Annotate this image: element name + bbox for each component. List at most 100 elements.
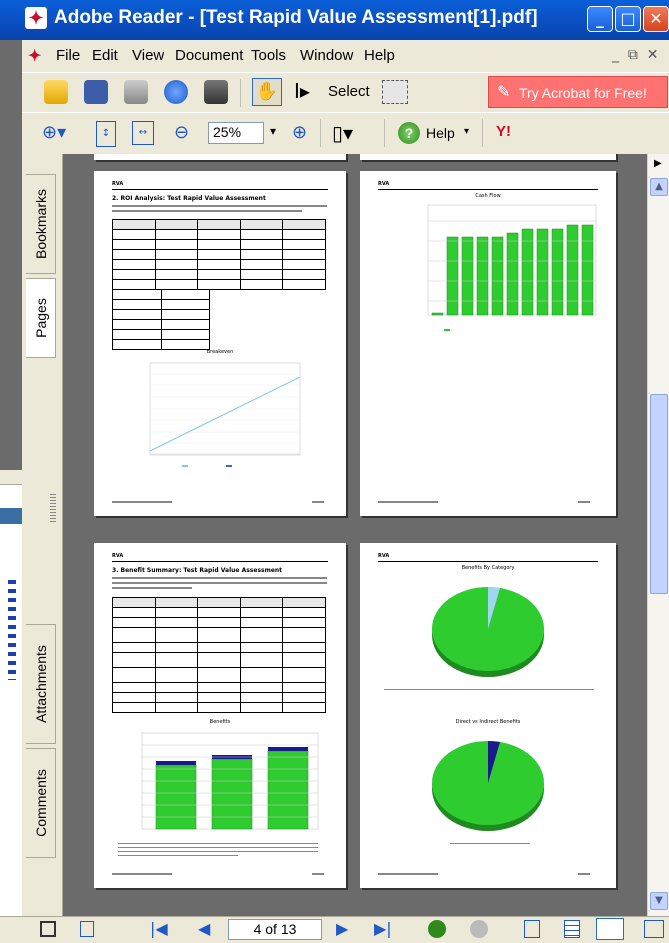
benefits-bar-cap: [268, 747, 308, 751]
benefits-bar-cap: [156, 761, 196, 765]
tab-comments-label: Comments: [32, 769, 49, 837]
select-tool-label[interactable]: Select: [328, 83, 370, 100]
tab-bookmarks[interactable]: Bookmarks: [26, 174, 56, 274]
paragraph-line: [112, 582, 327, 584]
benefits-chart-title: Benefits: [209, 719, 231, 725]
benefits-by-category-pie: [432, 587, 544, 677]
go-forward-icon[interactable]: [470, 920, 488, 938]
last-page-icon[interactable]: ▶|: [374, 919, 392, 938]
page-thumbnail-partial[interactable]: [360, 154, 616, 160]
single-page-view-icon[interactable]: [524, 920, 540, 938]
zoom-out-icon[interactable]: ⊖: [174, 122, 189, 143]
window-title: Adobe Reader - [Test Rapid Value Assessm…: [54, 7, 538, 28]
tab-pages[interactable]: Pages: [26, 278, 56, 358]
toolbar-separator: [240, 79, 242, 107]
vertical-scrollbar[interactable]: ▶ ▲ ▼: [647, 154, 669, 916]
background-window-header: [0, 508, 22, 524]
document-view[interactable]: RVA 2. ROI Analysis: Test Rapid Value As…: [63, 154, 647, 916]
help-dropdown-icon[interactable]: ▾: [464, 126, 469, 137]
breakeven-chart-title: Breakeven: [206, 349, 234, 355]
yahoo-toolbar-icon[interactable]: Y!: [496, 123, 511, 140]
legend-line: [384, 689, 594, 690]
page-cash-flow[interactable]: RVA Cash Flow: [360, 171, 616, 516]
file-toolbar: ✋ I▸ Select ✎ Try Acrobat for Free!: [22, 72, 669, 113]
navigation-panel: Bookmarks Pages Attachments Comments: [22, 154, 63, 916]
menu-file[interactable]: File: [56, 47, 80, 64]
cash-flow-bar: [551, 228, 564, 316]
close-button[interactable]: ✕: [643, 6, 669, 32]
toolbar-separator: [320, 119, 322, 147]
paragraph-line: [112, 205, 327, 207]
first-page-icon[interactable]: |◀: [150, 919, 168, 938]
help-menu-label[interactable]: Help: [426, 125, 455, 141]
panel-resize-grip[interactable]: [50, 494, 56, 524]
single-page-icon[interactable]: [80, 921, 94, 937]
previous-page-icon[interactable]: ◀: [198, 919, 210, 938]
benefit-table: [112, 597, 326, 713]
zoom-toolbar: ⊕▾ ↕ ↔ ⊖ 25% ▾ ⊕ ▯▾ ? Help ▾ Y!: [22, 112, 669, 156]
search-binoculars-icon[interactable]: [204, 80, 228, 104]
maximize-button[interactable]: □: [615, 6, 641, 32]
acrobat-icon: ✎: [497, 82, 511, 101]
panel-options-arrow-icon[interactable]: ▶: [654, 158, 662, 169]
hand-tool-icon[interactable]: ✋: [252, 78, 282, 106]
fit-width-icon[interactable]: ↔: [132, 121, 154, 145]
header-rule: [378, 561, 598, 562]
fit-page-icon[interactable]: ↕: [96, 121, 116, 147]
toolbar-separator: [482, 119, 484, 147]
try-acrobat-button[interactable]: ✎ Try Acrobat for Free!: [488, 76, 668, 108]
zoom-in-icon[interactable]: ⊕: [292, 122, 307, 143]
page-benefit-summary[interactable]: RVA 3. Benefit Summary: Test Rapid Value…: [94, 543, 346, 888]
zoom-in-tool-icon[interactable]: ⊕▾: [42, 122, 66, 143]
select-text-icon[interactable]: I▸: [294, 79, 310, 103]
roi-metrics-table: [112, 289, 210, 350]
benefits-chart: [141, 732, 319, 830]
tab-comments[interactable]: Comments: [26, 748, 56, 858]
snapshot-camera-icon[interactable]: [382, 80, 408, 104]
minimize-button[interactable]: _: [587, 6, 613, 32]
save-icon[interactable]: [84, 80, 108, 104]
facing-view-icon[interactable]: [644, 920, 664, 938]
cash-flow-bar: [491, 236, 504, 316]
email-icon[interactable]: [164, 80, 188, 104]
rotate-page-icon[interactable]: ▯▾: [332, 121, 353, 145]
open-icon[interactable]: [44, 80, 68, 104]
cash-flow-bar: [506, 232, 519, 316]
zoom-dropdown-icon[interactable]: ▾: [270, 124, 276, 138]
menu-view[interactable]: View: [132, 47, 164, 64]
benefits-bar: [211, 758, 253, 830]
background-window-list: [8, 580, 16, 680]
tab-attachments[interactable]: Attachments: [26, 624, 56, 744]
page-layout-icon[interactable]: [40, 921, 56, 937]
scroll-thumb[interactable]: [650, 394, 668, 594]
page-roi-analysis[interactable]: RVA 2. ROI Analysis: Test Rapid Value As…: [94, 171, 346, 516]
page-benefit-categories[interactable]: RVA Benefits By Category Direct vs Indir…: [360, 543, 616, 888]
zoom-input[interactable]: 25%: [208, 122, 264, 144]
help-icon[interactable]: ?: [398, 122, 420, 144]
title-bar[interactable]: ✦ Adobe Reader - [Test Rapid Value Asses…: [0, 0, 669, 40]
paragraph-line: [112, 577, 327, 579]
menu-edit[interactable]: Edit: [92, 47, 118, 64]
cash-flow-bar: [461, 236, 474, 316]
scroll-up-button[interactable]: ▲: [650, 178, 668, 196]
scroll-down-button[interactable]: ▼: [650, 892, 668, 910]
continuous-view-icon[interactable]: [564, 920, 580, 938]
direct-indirect-title: Direct vs Indirect Benefits: [455, 719, 521, 725]
page-number-field[interactable]: 4 of 13: [228, 919, 322, 940]
doc-window-controls[interactable]: _ ⧉ ✕: [612, 47, 659, 63]
breakeven-chart: [149, 362, 301, 467]
menu-window[interactable]: Window: [300, 47, 353, 64]
facing-continuous-view-icon[interactable]: [596, 918, 624, 940]
menu-help[interactable]: Help: [364, 47, 395, 64]
legend-line: [118, 843, 318, 844]
menu-document[interactable]: Document: [175, 47, 243, 64]
next-page-icon[interactable]: ▶: [336, 919, 348, 938]
print-icon[interactable]: [124, 80, 148, 104]
cash-flow-bar: [431, 312, 444, 316]
menu-tools[interactable]: Tools: [251, 47, 286, 64]
document-icon[interactable]: ✦: [28, 46, 46, 65]
go-back-icon[interactable]: [428, 920, 446, 938]
tab-bookmarks-label: Bookmarks: [32, 188, 49, 260]
paragraph-line: [112, 210, 302, 212]
page-thumbnail-partial[interactable]: [94, 154, 346, 160]
